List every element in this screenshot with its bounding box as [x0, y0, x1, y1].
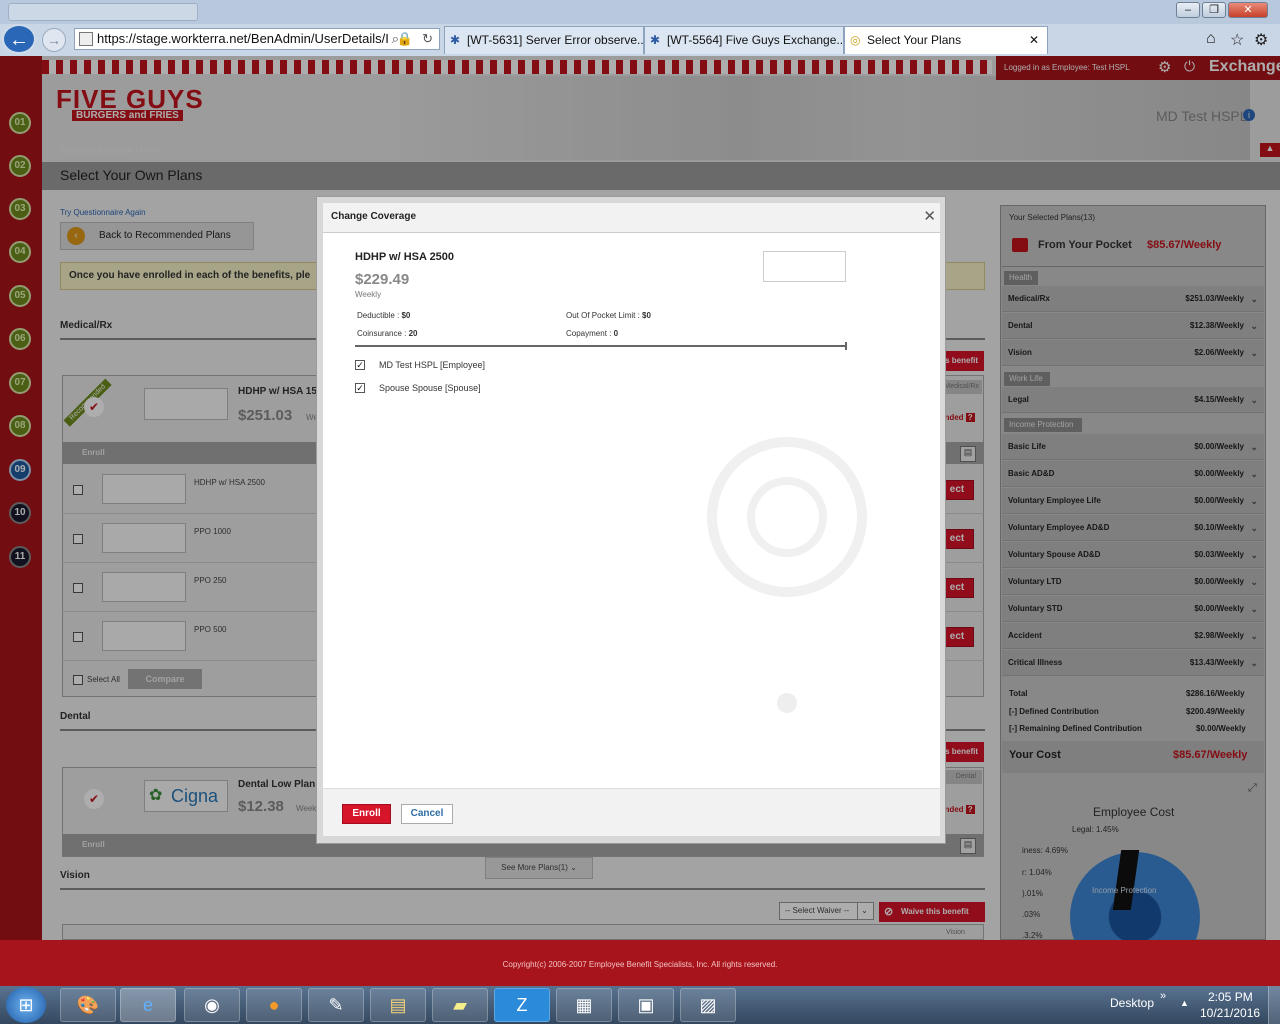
member-checkbox-employee[interactable]: ✓ [355, 360, 365, 370]
tab-wt5564[interactable]: ✱ [WT-5564] Five Guys Exchange... [644, 26, 844, 54]
coinsurance-value: 20 [408, 329, 418, 338]
clock-time[interactable]: 2:05 PM [1208, 990, 1253, 1004]
forward-button[interactable]: → [42, 28, 66, 52]
site-footer: Copyright(c) 2006-2007 Employee Benefit … [0, 940, 1280, 986]
watermark-dot [777, 693, 797, 713]
page-icon [79, 32, 93, 46]
modal-title: Change Coverage [331, 211, 417, 222]
chrome-icon[interactable]: ◉ [184, 988, 240, 1022]
deductible-label: Deductible : [357, 311, 400, 320]
copayment: Copayment : 0 [566, 329, 618, 338]
tab-select-plans[interactable]: ◎ Select Your Plans ✕ [844, 26, 1048, 54]
internet-explorer-icon[interactable]: e [120, 988, 176, 1022]
lock-icon: 🔒 [396, 31, 413, 46]
refresh-icon[interactable]: ↻ [422, 29, 433, 49]
jira-icon: ✱ [450, 33, 461, 47]
blurred-tab [8, 3, 198, 21]
oop-label: Out Of Pocket Limit : [566, 311, 640, 320]
tab-close-icon[interactable]: ✕ [1029, 27, 1039, 54]
jira-icon: ✱ [650, 33, 661, 47]
coinsurance-label: Coinsurance : [357, 329, 407, 338]
oop-value: $0 [642, 311, 651, 320]
member-name: MD Test HSPL [Employee] [379, 360, 486, 370]
address-bar[interactable]: https://stage.workterra.net/BenAdmin/Use… [74, 28, 440, 50]
deductible-value: $0 [401, 311, 411, 320]
copyright: Copyright(c) 2006-2007 Employee Benefit … [502, 960, 778, 969]
window-close-button[interactable]: ✕ [1228, 2, 1268, 18]
plan-name: HDHP w/ HSA 2500 [355, 251, 455, 263]
copayment-label: Copayment : [566, 329, 612, 338]
plan-logo-box [763, 251, 846, 282]
document-app-icon[interactable]: ▣ [618, 988, 674, 1022]
sticky-notes-icon[interactable]: ▰ [432, 988, 488, 1022]
minimize-button[interactable]: – [1176, 2, 1200, 18]
cancel-button[interactable]: Cancel [401, 804, 453, 824]
clock-date[interactable]: 10/21/2016 [1200, 1006, 1260, 1020]
tab-label: Select Your Plans [867, 33, 962, 47]
copayment-value: 0 [613, 329, 619, 338]
modal-header: Change Coverage ✕ [323, 203, 940, 233]
out-of-pocket: Out Of Pocket Limit : $0 [566, 311, 651, 320]
target-watermark-inner [747, 477, 827, 557]
address-text: https://stage.workterra.net/BenAdmin/Use… [97, 31, 389, 46]
notepad-icon[interactable]: ✎ [308, 988, 364, 1022]
modal-body: HDHP w/ HSA 2500 $229.49 Weekly Deductib… [323, 233, 940, 788]
favorites-icon[interactable]: ☆ [1230, 30, 1244, 50]
member-checkbox-spouse[interactable]: ✓ [355, 383, 365, 393]
paint-icon[interactable]: 🎨 [60, 988, 116, 1022]
tray-up-icon[interactable]: ▲ [1180, 998, 1189, 1008]
back-button[interactable]: ← [2, 24, 36, 54]
zoom-icon[interactable]: Z [494, 988, 550, 1022]
plan-price: $229.49 [355, 271, 410, 288]
tab-label: [WT-5631] Server Error observe... [467, 33, 644, 47]
start-button[interactable]: ⊞ [6, 987, 46, 1023]
file-explorer-icon[interactable]: ▤ [370, 988, 426, 1022]
settings-gear-icon[interactable]: ⚙ [1254, 30, 1268, 50]
photo-viewer-icon[interactable]: ▨ [680, 988, 736, 1022]
desktop-label[interactable]: Desktop [1110, 996, 1154, 1010]
tab-label: [WT-5564] Five Guys Exchange... [667, 33, 844, 47]
details-divider [355, 345, 847, 347]
coinsurance: Coinsurance : 20 [357, 329, 418, 338]
home-icon[interactable]: ⌂ [1206, 30, 1216, 48]
tab-wt5631[interactable]: ✱ [WT-5631] Server Error observe... [444, 26, 644, 54]
divider-end-cap [845, 342, 847, 350]
modal-footer: Enroll Cancel [323, 788, 940, 836]
maximize-button[interactable]: ❐ [1202, 2, 1226, 18]
plan-price-frequency: Weekly [355, 290, 382, 299]
calculator-icon[interactable]: ▦ [556, 988, 612, 1022]
close-icon[interactable]: ✕ [923, 203, 936, 231]
enroll-button[interactable]: Enroll [342, 804, 391, 824]
firefox-icon[interactable]: ● [246, 988, 302, 1022]
chevron-right-icon[interactable]: » [1160, 990, 1166, 1002]
title-bar: – ❐ ✕ [0, 0, 1280, 24]
member-name: Spouse Spouse [Spouse] [379, 383, 481, 393]
show-desktop-button[interactable] [1268, 986, 1280, 1024]
deductible: Deductible : $0 [357, 311, 410, 320]
site-icon: ◎ [850, 33, 861, 47]
